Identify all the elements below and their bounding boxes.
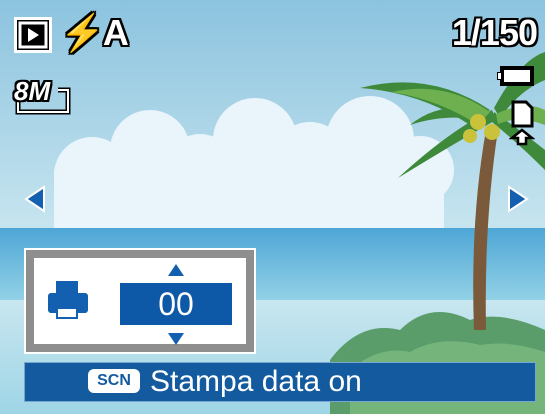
battery-full-icon [497, 64, 535, 88]
image-counter: 1/150 [451, 12, 538, 53]
camera-lcd-screen: ⚡A 1/150 8M 00 SCN Stampa data on [0, 0, 545, 414]
print-copies-value[interactable]: 00 [120, 283, 232, 325]
flash-auto-icon: ⚡A [60, 12, 129, 53]
arrow-right-icon[interactable] [507, 185, 529, 213]
play-mode-icon [14, 17, 52, 53]
arrow-left-icon[interactable] [24, 185, 46, 213]
arrow-down-icon[interactable] [166, 331, 186, 347]
memory-card-icon [508, 100, 536, 146]
scene-mode-badge: SCN [88, 369, 140, 393]
status-message: Stampa data on [150, 365, 362, 398]
resolution-label: 8M [14, 76, 51, 106]
arrow-up-icon[interactable] [166, 262, 186, 278]
resolution-8m-icon: 8M [14, 76, 72, 116]
printer-icon [42, 277, 94, 327]
